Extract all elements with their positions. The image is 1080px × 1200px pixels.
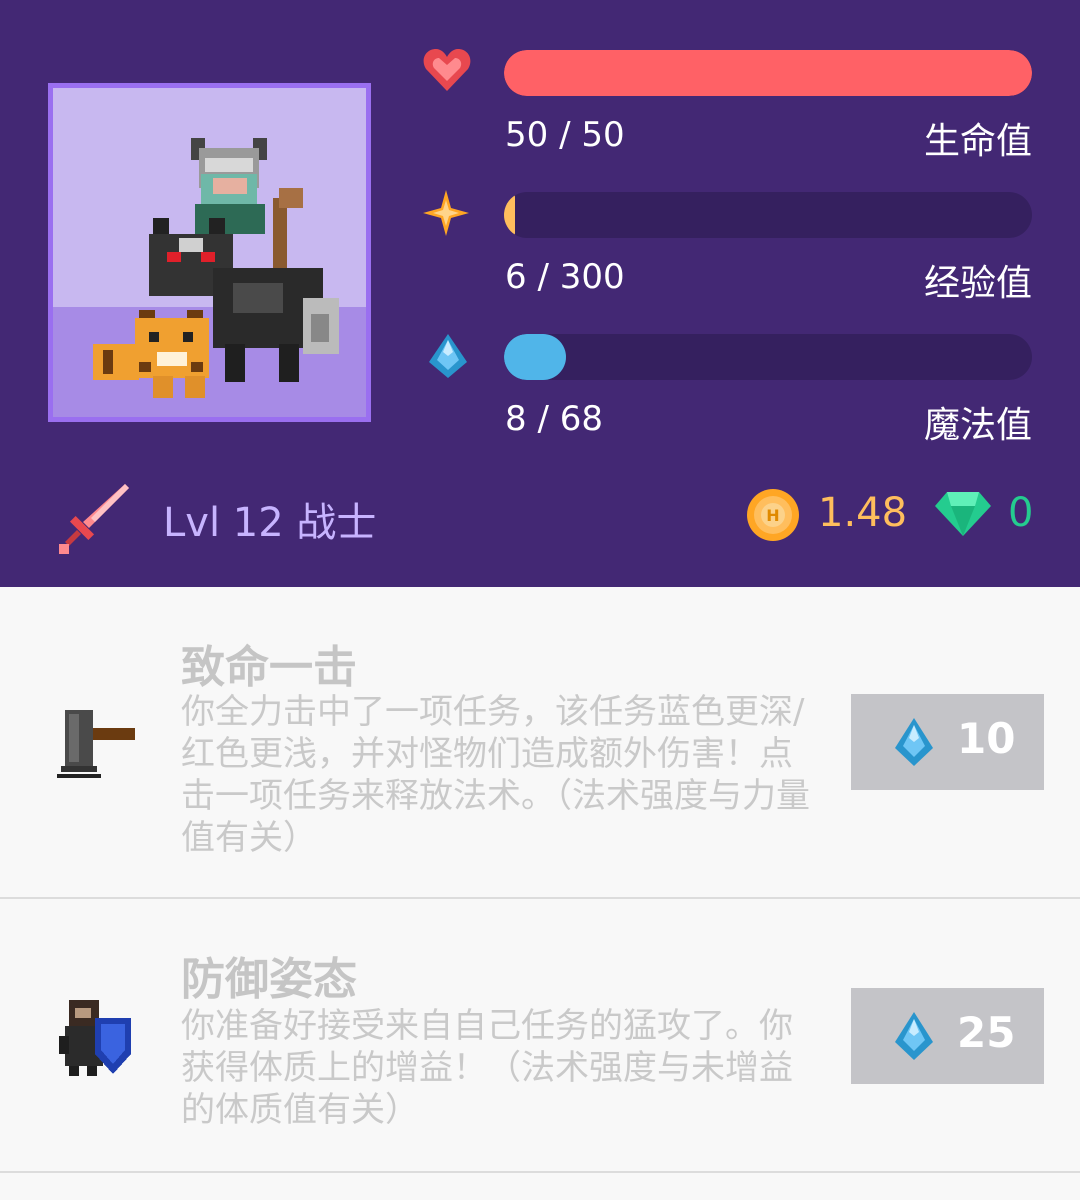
experience-label: 经验值 (923, 263, 1032, 304)
skill-item-brutal-smash[interactable]: 致命一击 你全力击中了一项任务，该任务蓝色更深/红色更浅，并对怪物们造成额外伤害… (0, 587, 1080, 899)
avatar-sprite (93, 138, 339, 398)
experience-value: 6 / 300 (505, 257, 625, 297)
sword-icon (59, 484, 129, 554)
level-class-label: Lvl 12 战士 (163, 500, 377, 546)
skill-description: 你准备好接受来自自己任务的猛攻了。你获得体质上的增益！（法术强度与未增益的体质值… (181, 1006, 793, 1130)
gold-value: 1.48 (818, 490, 908, 536)
heart-icon (423, 49, 471, 91)
experience-bar (504, 192, 1032, 238)
shield-knight-icon (59, 1000, 131, 1076)
skill-title: 防御姿态 (181, 954, 357, 1005)
stats-header: 50 / 50 生命值 6 / 300 经验值 8 / 68 魔法值 Lvl 1… (0, 0, 1080, 587)
experience-bar-fill (504, 192, 515, 238)
mana-cost: 10 (957, 714, 1016, 763)
mana-bar (504, 334, 1032, 380)
health-value: 50 / 50 (505, 115, 625, 155)
health-bar-fill (504, 50, 1032, 96)
skill-title: 致命一击 (181, 642, 357, 693)
mana-drop-icon (429, 334, 467, 378)
health-bar (504, 50, 1032, 96)
hammer-icon (57, 710, 135, 778)
gem-value: 0 (1008, 490, 1034, 536)
health-label: 生命值 (923, 121, 1032, 162)
mana-label: 魔法值 (923, 405, 1032, 446)
gold-coin-icon: H (747, 489, 799, 541)
star-icon (423, 190, 469, 236)
avatar[interactable] (48, 83, 371, 422)
skill-item-defensive-stance[interactable]: 防御姿态 你准备好接受来自自己任务的猛攻了。你获得体质上的增益！（法术强度与未增… (0, 901, 1080, 1173)
cast-skill-button[interactable]: 25 (851, 988, 1044, 1084)
mana-drop-icon (895, 1012, 933, 1060)
svg-text:H: H (766, 506, 779, 525)
mana-bar-fill (504, 334, 566, 380)
mana-value: 8 / 68 (505, 399, 603, 439)
mana-cost: 25 (957, 1008, 1016, 1057)
gem-icon (935, 492, 991, 536)
skill-description: 你全力击中了一项任务，该任务蓝色更深/红色更浅，并对怪物们造成额外伤害！点击一项… (181, 692, 810, 858)
cast-skill-button[interactable]: 10 (851, 694, 1044, 790)
mana-drop-icon (895, 718, 933, 766)
